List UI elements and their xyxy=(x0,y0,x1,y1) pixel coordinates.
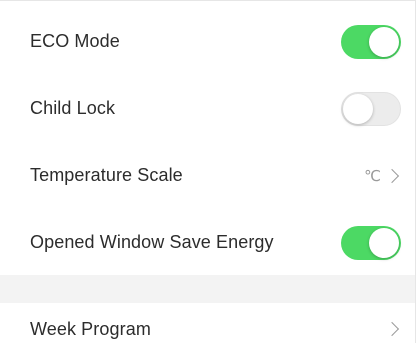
settings-panel: ECO Mode Child Lock Temperature Scale ℃ … xyxy=(0,0,416,343)
chevron-right-icon xyxy=(384,321,400,337)
week-program-row[interactable]: Week Program xyxy=(0,303,415,355)
chevron-right-icon xyxy=(384,168,400,183)
week-program-label: Week Program xyxy=(30,318,151,339)
temperature-unit-value: ℃ xyxy=(364,167,381,185)
toggle-knob xyxy=(343,93,373,124)
temperature-scale-value-group: ℃ xyxy=(364,167,401,185)
week-program-value-group xyxy=(384,321,401,337)
opened-window-label: Opened Window Save Energy xyxy=(30,232,274,252)
eco-mode-toggle[interactable] xyxy=(341,24,401,59)
section-divider xyxy=(0,275,415,303)
temperature-scale-row[interactable]: Temperature Scale ℃ xyxy=(0,142,415,209)
toggle-knob xyxy=(369,26,399,57)
child-lock-row: Child Lock xyxy=(0,75,415,142)
opened-window-toggle[interactable] xyxy=(341,225,401,260)
child-lock-toggle[interactable] xyxy=(341,91,401,126)
toggle-knob xyxy=(369,227,399,258)
child-lock-label: Child Lock xyxy=(30,98,116,118)
opened-window-row: Opened Window Save Energy xyxy=(0,209,415,276)
temperature-scale-label: Temperature Scale xyxy=(30,165,183,185)
eco-mode-label: ECO Mode xyxy=(30,31,120,51)
eco-mode-row: ECO Mode xyxy=(0,8,415,75)
